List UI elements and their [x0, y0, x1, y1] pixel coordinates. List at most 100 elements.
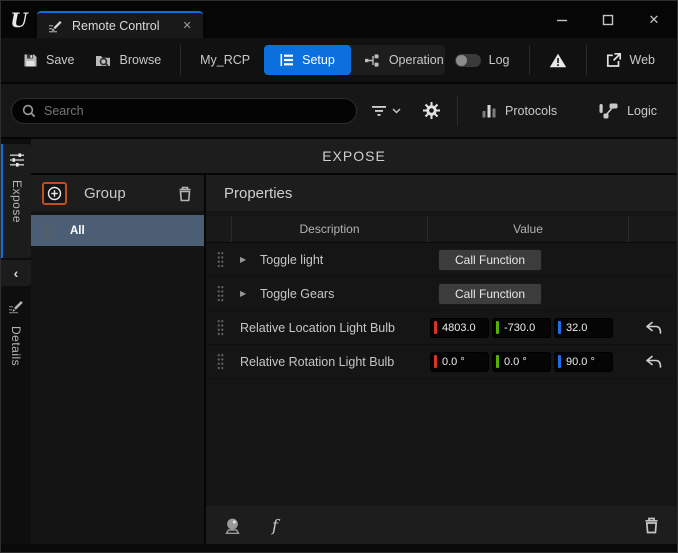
call-function-button[interactable]: Call Function [438, 283, 542, 305]
chevron-down-icon [392, 108, 401, 114]
reset-to-default-button[interactable] [645, 321, 662, 334]
rotation-pitch-value: 0.0 ° [504, 356, 527, 368]
remote-control-pencil-icon [48, 19, 63, 33]
property-label: Relative Location Light Bulb [240, 321, 395, 335]
search-box[interactable] [11, 98, 357, 124]
preset-name-button[interactable]: My_RCP [190, 45, 260, 75]
expose-panel: EXPOSE Group [31, 139, 677, 544]
web-label: Web [630, 53, 655, 67]
properties-table-header: Description Value [206, 216, 677, 243]
filter-button[interactable] [372, 105, 401, 117]
protocols-button[interactable]: Protocols [472, 95, 567, 126]
expose-panel-title: EXPOSE [31, 139, 677, 173]
window-controls: ✕ [539, 1, 677, 38]
property-row-toggle-light[interactable]: ▶ Toggle light Call Function [206, 243, 677, 277]
setup-label: Setup [302, 53, 335, 67]
properties-empty-area [206, 379, 677, 506]
property-label: Relative Rotation Light Bulb [240, 355, 394, 369]
minimize-button[interactable] [539, 1, 585, 38]
group-panel-title: Group [84, 185, 126, 202]
call-function-button[interactable]: Call Function [438, 249, 542, 271]
mode-switch: Setup Operation [264, 45, 445, 75]
properties-panel-title: Properties [206, 175, 677, 211]
rotation-yaw-field[interactable]: 90.0 ° [554, 352, 613, 372]
location-x-field[interactable]: 4803.0 [430, 318, 489, 338]
drag-handle-icon[interactable] [217, 319, 224, 336]
x-axis-color-bar [434, 321, 437, 334]
rotation-roll-field[interactable]: 0.0 ° [430, 352, 489, 372]
toolbar-right-group: Log [445, 44, 665, 76]
property-label: Toggle Gears [260, 287, 334, 301]
main-toolbar: Save Browse My_RCP [1, 38, 677, 84]
operation-node-icon [365, 54, 381, 67]
property-row-relative-rotation[interactable]: Relative Rotation Light Bulb 0.0 ° 0.0 ° [206, 345, 677, 379]
browse-label: Browse [120, 53, 162, 67]
delete-exposed-button[interactable] [643, 516, 660, 534]
expose-function-button[interactable]: f [272, 516, 278, 535]
web-button[interactable]: Web [596, 44, 665, 76]
expose-tab-label: Expose [10, 180, 24, 223]
title-bar: U Remote Control ✕ ✕ [1, 1, 677, 38]
main-area: Expose ‹ Details EXPOSE [1, 139, 677, 544]
rotation-pitch-field[interactable]: 0.0 ° [492, 352, 551, 372]
tab-remote-control[interactable]: Remote Control ✕ [37, 11, 203, 38]
tab-expose[interactable]: Expose [1, 144, 31, 258]
browse-button[interactable]: Browse [85, 45, 172, 76]
expand-arrow-icon[interactable]: ▶ [240, 289, 250, 298]
drag-handle-icon[interactable] [217, 353, 224, 370]
operation-label: Operation [389, 53, 444, 67]
window-bottom-strip [1, 544, 677, 552]
save-label: Save [46, 53, 75, 67]
handle-column-header [206, 216, 232, 242]
close-window-button[interactable]: ✕ [631, 1, 677, 38]
operation-mode-button[interactable]: Operation [351, 45, 445, 75]
drag-handle-icon[interactable] [217, 285, 224, 302]
drag-handle-icon[interactable] [217, 251, 224, 268]
search-row-separator [457, 96, 458, 126]
browse-folder-icon [95, 53, 112, 68]
delete-group-button[interactable] [177, 185, 193, 202]
expose-actor-button[interactable] [223, 517, 242, 534]
collapse-panel-button[interactable]: ‹ [1, 260, 31, 286]
remote-control-window: U Remote Control ✕ ✕ [0, 0, 678, 553]
warnings-button[interactable] [539, 45, 577, 76]
tab-details[interactable]: Details [1, 299, 31, 366]
preset-name-label: My_RCP [200, 53, 250, 67]
add-group-button[interactable] [42, 182, 67, 205]
maximize-button[interactable] [585, 1, 631, 38]
drag-handle-icon[interactable] [45, 222, 52, 239]
details-tab-label: Details [9, 326, 23, 366]
rotation-yaw-value: 90.0 ° [566, 356, 595, 368]
settings-button[interactable] [422, 101, 441, 120]
external-link-icon [606, 52, 622, 68]
reset-to-default-button[interactable] [645, 355, 662, 368]
property-row-relative-location[interactable]: Relative Location Light Bulb 4803.0 -730… [206, 311, 677, 345]
logic-nodes-icon [599, 103, 618, 119]
expand-arrow-icon[interactable]: ▶ [240, 255, 250, 264]
left-tab-rail: Expose ‹ Details [1, 139, 31, 544]
reset-column-header [629, 216, 677, 242]
location-y-field[interactable]: -730.0 [492, 318, 551, 338]
search-toolbar: Protocols Logic [1, 84, 677, 139]
save-button[interactable]: Save [13, 45, 85, 76]
property-label: Toggle light [260, 253, 323, 267]
log-toggle-switch[interactable] [455, 54, 481, 67]
rotation-roll-value: 0.0 ° [442, 356, 465, 368]
location-z-field[interactable]: 32.0 [554, 318, 613, 338]
setup-mode-button[interactable]: Setup [264, 45, 351, 75]
unreal-engine-logo-icon: U [1, 1, 37, 38]
location-y-value: -730.0 [504, 322, 535, 334]
location-x-value: 4803.0 [442, 322, 476, 334]
search-icon [22, 104, 36, 118]
group-item-label: All [70, 225, 85, 237]
property-row-toggle-gears[interactable]: ▶ Toggle Gears Call Function [206, 277, 677, 311]
warning-triangle-icon [549, 53, 567, 68]
group-item-all[interactable]: All [31, 215, 204, 246]
close-tab-icon[interactable]: ✕ [183, 19, 192, 32]
setup-list-icon [280, 54, 294, 66]
group-panel-header: Group [31, 175, 204, 211]
logic-button[interactable]: Logic [589, 95, 667, 127]
search-input[interactable] [44, 104, 346, 118]
log-toggle-button[interactable]: Log [445, 45, 520, 75]
y-axis-color-bar [496, 355, 499, 368]
